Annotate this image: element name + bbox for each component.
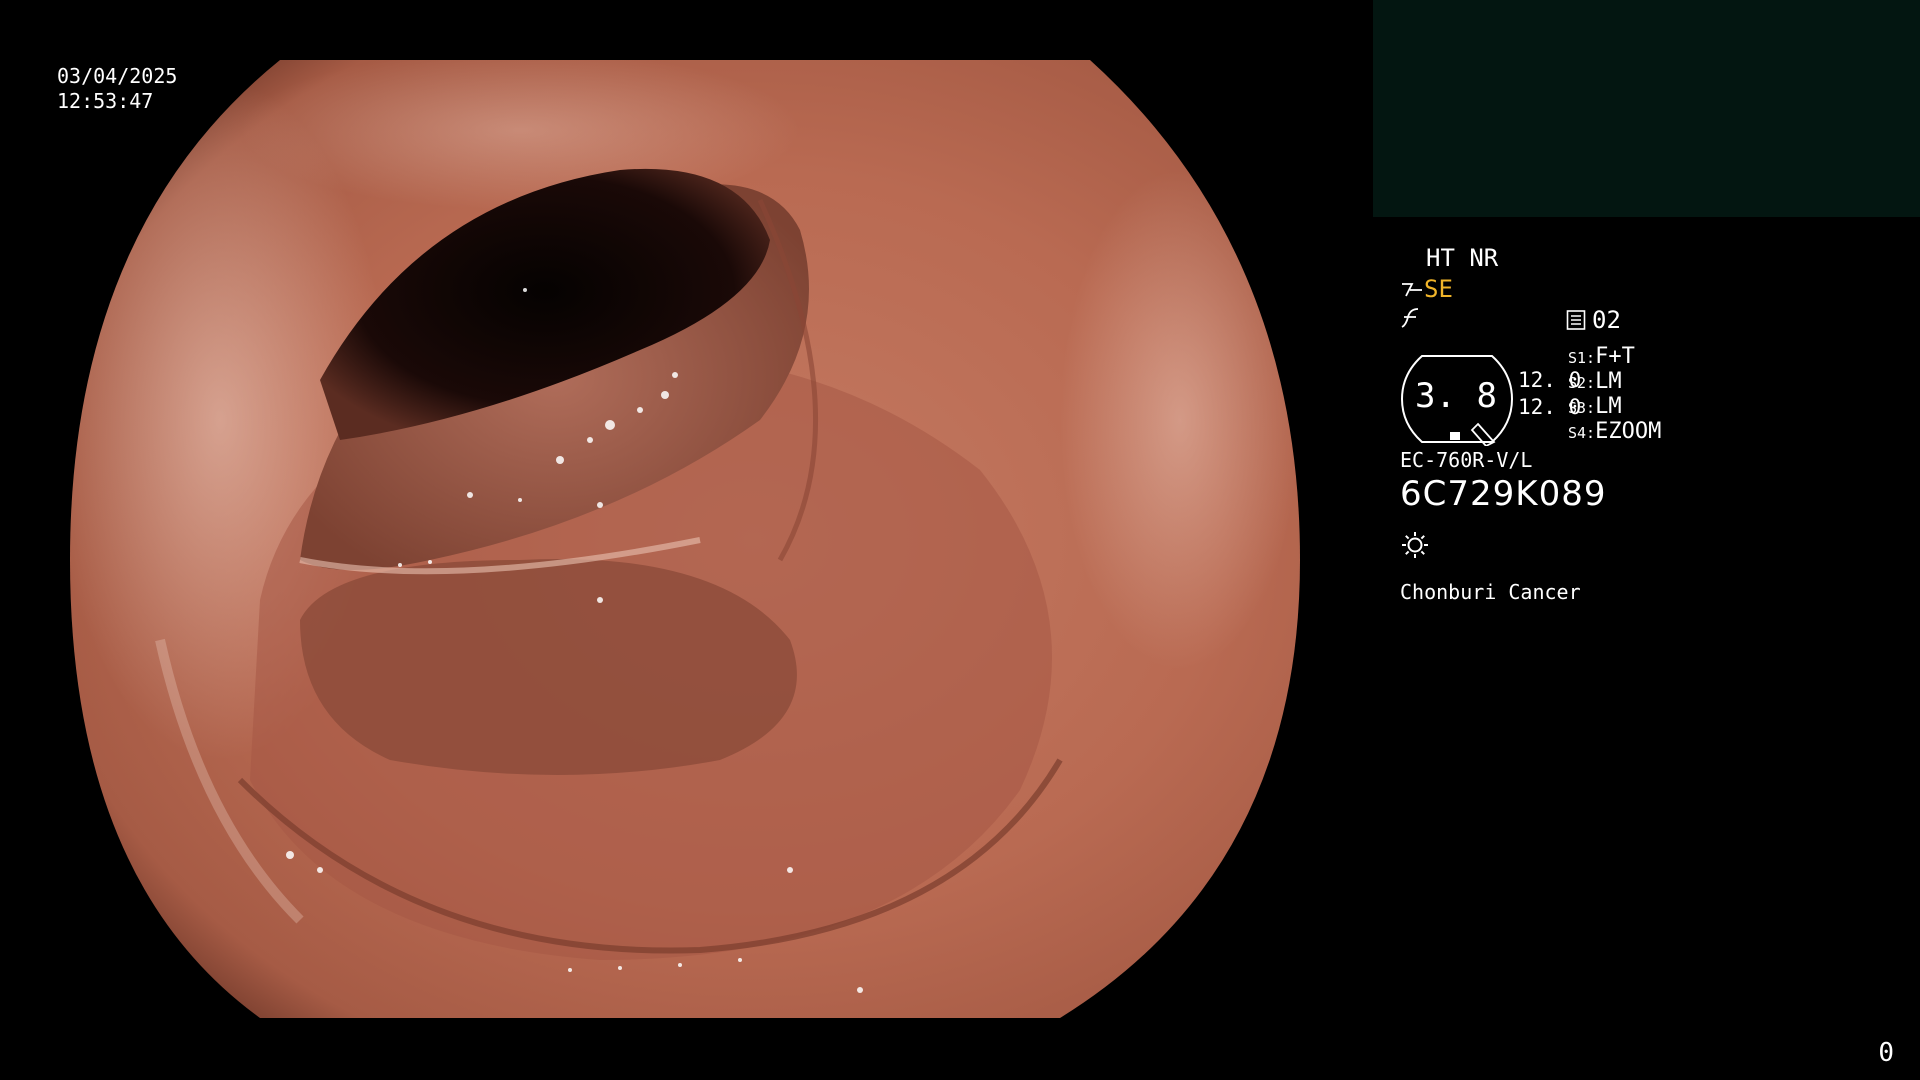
exam-date: 03/04/2025: [57, 64, 178, 88]
zoom-ring-value: 3. 8: [1415, 376, 1497, 416]
thumbnail-area: [1373, 0, 1920, 217]
color-mode-icon: [1401, 308, 1419, 328]
color-mode-row: [1400, 304, 1424, 332]
memory-number: 02: [1592, 306, 1621, 334]
exam-time: 12:53:47: [57, 89, 154, 113]
slot-4: S4:EZOOM: [1568, 419, 1662, 444]
memory-card-icon: [1566, 310, 1586, 330]
light-source-icon: [1402, 532, 1428, 558]
colon-lumen-image: [70, 60, 1300, 1018]
institution-name: Chonburi Cancer: [1400, 580, 1581, 604]
memory-row: 02: [1566, 306, 1621, 334]
scope-model: EC-760R-V/L: [1400, 448, 1533, 472]
scope-serial: 6C729K089: [1400, 474, 1607, 514]
date-time: 03/04/2025 12:53:47: [57, 64, 177, 114]
ht-nr-label: HT NR: [1426, 244, 1499, 272]
se-row: SE: [1400, 275, 1453, 303]
endoscope-view: [0, 0, 1370, 1080]
se-label: SE: [1424, 275, 1453, 303]
slot-1: S1:F+T: [1568, 344, 1635, 369]
slot-2: S2:LM: [1568, 369, 1622, 394]
slot-3: S3:LM: [1568, 394, 1622, 419]
edge-enhance-icon: [1402, 283, 1422, 297]
frame-counter: 0: [1878, 1038, 1894, 1068]
